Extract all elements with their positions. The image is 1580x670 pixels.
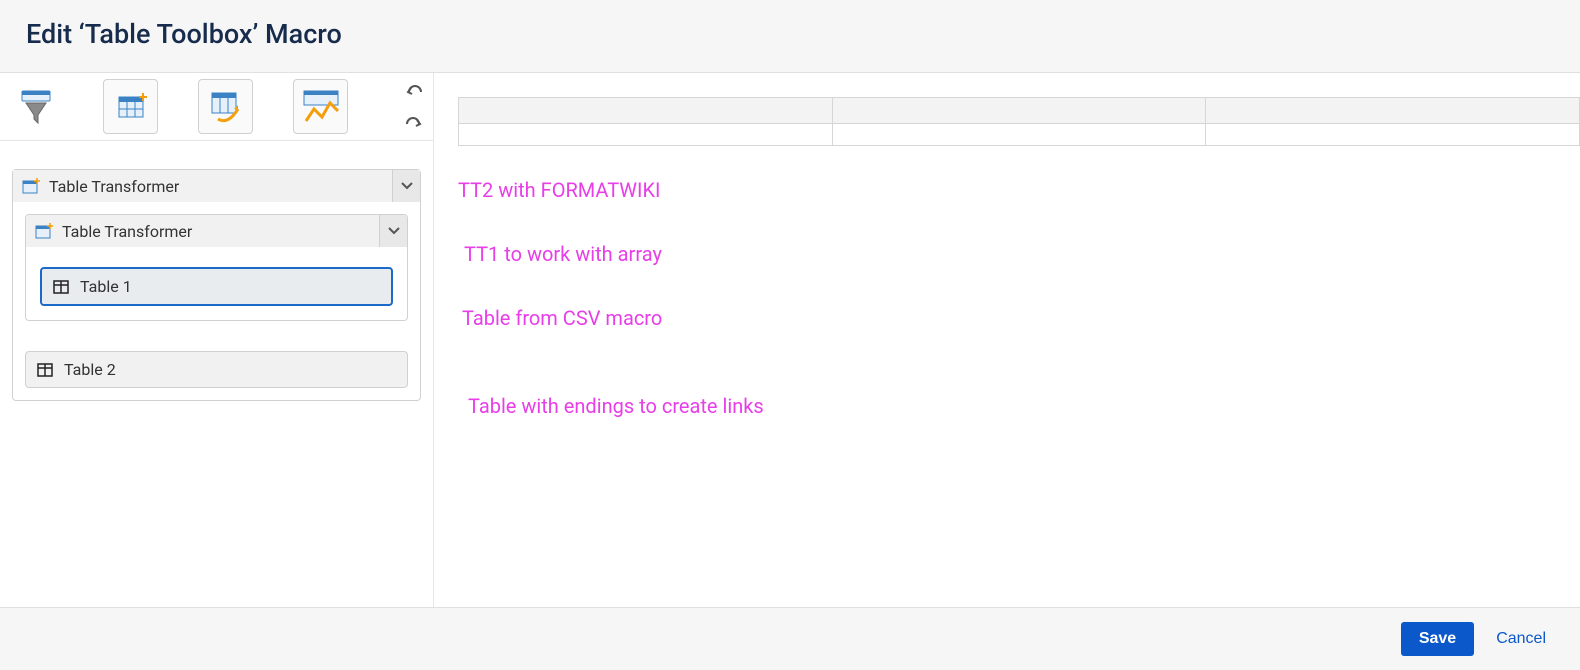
redo-icon	[405, 117, 423, 131]
tree-body-inner: Table 1	[26, 247, 407, 320]
cancel-button[interactable]: Cancel	[1490, 629, 1552, 649]
tree-item-label: Table 1	[80, 277, 132, 296]
undo-button[interactable]	[403, 83, 425, 101]
chevron-down-icon	[401, 182, 413, 190]
undo-redo-group	[403, 79, 425, 133]
tree-label: Table Transformer	[62, 222, 192, 241]
chevron-down-icon	[388, 227, 400, 235]
tree-body-outer: Table Transformer	[13, 202, 420, 400]
tree-item-table-2[interactable]: Table 2	[25, 351, 408, 388]
dialog-footer: Save Cancel	[0, 607, 1580, 670]
tree-node-inner-transformer: Table Transformer	[25, 214, 408, 321]
dialog-header: Edit ‘Table Toolbox’ Macro	[0, 0, 1580, 73]
table-transformer-icon	[111, 87, 151, 127]
macro-toolbar	[0, 73, 433, 141]
sidebar: Table Transformer	[0, 73, 434, 607]
redo-button[interactable]	[403, 115, 425, 133]
table-filter-button[interactable]	[8, 79, 63, 134]
table-filter-icon	[16, 87, 56, 127]
pivot-table-button[interactable]	[198, 79, 253, 134]
table-transformer-button[interactable]	[103, 79, 158, 134]
annotation-list: TT2 with FORMATWIKI TT1 to work with arr…	[458, 178, 1580, 418]
tree-header-inner-transformer[interactable]: Table Transformer	[26, 215, 407, 247]
dialog-title: Edit ‘Table Toolbox’ Macro	[26, 18, 1554, 50]
tree-dropdown-button[interactable]	[392, 170, 420, 202]
annotation-text: Table with endings to create links	[468, 394, 1580, 418]
tree-item-label: Table 2	[64, 360, 116, 379]
preview-table	[458, 97, 1580, 146]
chart-button[interactable]	[293, 79, 348, 134]
table-transformer-icon	[34, 221, 54, 241]
save-button[interactable]: Save	[1401, 622, 1474, 656]
annotation-text: TT1 to work with array	[464, 242, 1580, 266]
pivot-table-icon	[206, 87, 246, 127]
macro-tree: Table Transformer	[0, 141, 433, 423]
annotation-text: TT2 with FORMATWIKI	[458, 178, 1580, 202]
table-transformer-icon	[21, 176, 41, 196]
tree-item-table-1[interactable]: Table 1	[40, 267, 393, 306]
main-area: Table Transformer	[0, 73, 1580, 607]
undo-icon	[405, 85, 423, 99]
tree-header-outer-transformer[interactable]: Table Transformer	[13, 170, 420, 202]
preview-panel: TT2 with FORMATWIKI TT1 to work with arr…	[434, 73, 1580, 607]
annotation-text: Table from CSV macro	[462, 306, 1580, 330]
tree-dropdown-button[interactable]	[379, 215, 407, 247]
tree-label: Table Transformer	[49, 177, 179, 196]
tree-node-outer-transformer: Table Transformer	[12, 169, 421, 401]
table-icon	[36, 361, 54, 379]
chart-icon	[300, 87, 342, 127]
preview-table-wrap	[458, 97, 1580, 146]
table-icon	[52, 278, 70, 296]
